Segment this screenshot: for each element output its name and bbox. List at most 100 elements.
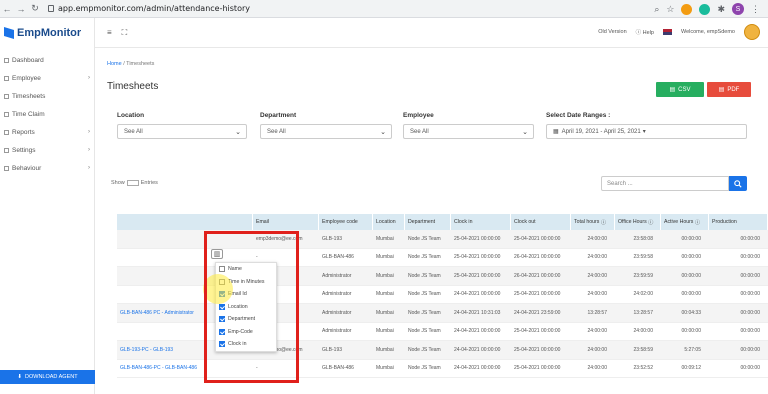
old-version-link[interactable]: Old Version: [598, 29, 626, 35]
extension-cookie-icon[interactable]: [681, 3, 693, 15]
forward-icon[interactable]: →: [14, 4, 28, 14]
sidebar-item-employee[interactable]: Employee ›: [0, 69, 95, 87]
cell-department: Node JS Team: [408, 235, 441, 242]
cell-employee-code: Administrator: [322, 328, 352, 335]
app-frame: ← → ↻ app.empmonitor.com/admin/attendanc…: [0, 0, 768, 394]
cell-clock-out: 25-04-2021 00:00:00: [514, 346, 561, 353]
profile-avatar[interactable]: S: [732, 3, 744, 15]
main-content: Home / Timesheets Timesheets ▤ CSV ▤ PDF…: [95, 48, 768, 394]
csv-export-button[interactable]: ▤ CSV: [656, 82, 704, 97]
cell-total-hours: 24:00:00: [587, 272, 607, 279]
reload-icon[interactable]: ↻: [28, 3, 42, 14]
address-bar[interactable]: app.empmonitor.com/admin/attendance-hist…: [48, 4, 250, 13]
cell-office-hours: 24:00:00: [633, 328, 653, 335]
cell-department: Node JS Team: [408, 346, 441, 353]
header-location[interactable]: Location: [373, 214, 405, 230]
lock-icon: [48, 5, 54, 12]
cell-production: 00:00:00: [740, 309, 760, 316]
cell-total-hours: 24:00:00: [587, 235, 607, 242]
pdf-export-button[interactable]: ▤ PDF: [707, 82, 751, 97]
breadcrumb-separator: /: [123, 61, 125, 67]
csv-icon: ▤: [669, 87, 676, 93]
search-input[interactable]: Search ...: [601, 176, 729, 191]
zoom-icon[interactable]: ⌕: [654, 4, 659, 15]
header-name[interactable]: [117, 214, 253, 230]
cell-clock-out: 24-04-2021 23:59:00: [514, 309, 561, 316]
sidebar-item-settings[interactable]: Settings ›: [0, 141, 95, 159]
header-clock-in[interactable]: Clock in: [451, 214, 511, 230]
chevron-right-icon: ›: [88, 165, 90, 171]
department-select[interactable]: See All ⌄: [260, 124, 392, 139]
star-icon[interactable]: ☆: [666, 4, 674, 15]
cell-employee-code: GLB-193: [322, 235, 343, 242]
department-select-value: See All: [267, 128, 286, 135]
search-button[interactable]: [729, 176, 747, 191]
top-navbar: ≡ ⛶ Old Version ⓘ Help Welcome, empSdemo: [95, 18, 768, 48]
cell-clock-out: 25-04-2021 00:00:00: [514, 291, 561, 298]
settings-icon: [4, 147, 9, 153]
employee-filter: Employee See All ⌄: [403, 112, 534, 139]
logo-mark-icon: [4, 27, 14, 39]
location-select[interactable]: See All ⌄: [117, 124, 247, 139]
employee-select[interactable]: See All ⌄: [403, 124, 534, 139]
header-employee-code[interactable]: Employee code: [319, 214, 373, 230]
cell-clock-in: 24-04-2021 00:00:00: [454, 328, 501, 335]
cell-clock-in: 25-04-2021 00:00:00: [454, 272, 501, 279]
extension-icon[interactable]: [699, 3, 711, 15]
kebab-menu-icon[interactable]: ⋮: [751, 4, 760, 15]
show-entries-prefix: Show: [111, 180, 125, 186]
header-total-hours-label: Total hours: [574, 219, 600, 225]
breadcrumb: Home / Timesheets: [107, 61, 154, 67]
sidebar-item-timesheets[interactable]: Timesheets: [0, 87, 95, 105]
cell-department: Node JS Team: [408, 291, 441, 298]
date-range-value: April 19, 2021 - April 25, 2021: [561, 128, 641, 135]
cell-production: 00:00:00: [740, 328, 760, 335]
header-active-hours[interactable]: Active Hours ⓘ: [661, 214, 709, 230]
sidebar-item-reports[interactable]: Reports ›: [0, 123, 95, 141]
sidebar-item-label: Reports: [12, 128, 35, 136]
sidebar-item-time-claim[interactable]: Time Claim: [0, 105, 95, 123]
language-flag-icon[interactable]: [662, 29, 672, 35]
chevron-right-icon: ›: [88, 129, 90, 135]
search-bar: Search ...: [601, 176, 747, 191]
chevron-down-icon: ⌄: [380, 128, 386, 136]
header-email[interactable]: Email: [253, 214, 319, 230]
department-filter-label: Department: [260, 112, 297, 119]
header-clock-out[interactable]: Clock out: [511, 214, 571, 230]
header-production[interactable]: Production: [709, 214, 768, 230]
cell-employee-code: Administrator: [322, 272, 352, 279]
sidebar-item-behaviour[interactable]: Behaviour ›: [0, 159, 95, 177]
back-icon[interactable]: ←: [0, 4, 14, 14]
header-total-hours[interactable]: Total hours ⓘ: [571, 214, 615, 230]
location-filter: Location See All ⌄: [117, 112, 247, 139]
sidebar-item-dashboard[interactable]: Dashboard: [0, 51, 95, 69]
user-avatar[interactable]: [744, 24, 760, 40]
cell-active-hours: 00:09:12: [681, 365, 701, 372]
pdf-icon: ▤: [718, 87, 725, 93]
dashboard-icon: [4, 57, 9, 63]
reports-icon: [4, 129, 9, 135]
logo[interactable]: EmpMonitor: [4, 27, 81, 39]
cell-total-hours: 24:00:00: [587, 291, 607, 298]
fullscreen-icon[interactable]: ⛶: [122, 28, 128, 38]
header-department[interactable]: Department: [405, 214, 451, 230]
address-bar-text[interactable]: app.empmonitor.com/admin/attendance-hist…: [58, 4, 250, 13]
cell-active-hours: 00:04:33: [681, 309, 701, 316]
browser-actions: ⌕ ☆ ✱ S ⋮: [654, 3, 760, 15]
entries-select[interactable]: [126, 180, 139, 186]
date-range-picker[interactable]: ▦ April 19, 2021 - April 25, 2021 ▾: [546, 124, 747, 139]
header-office-hours[interactable]: Office Hours ⓘ: [615, 214, 661, 230]
download-agent-button[interactable]: ⬇ DOWNLOAD AGENT: [0, 370, 95, 384]
welcome-text: Welcome, empSdemo: [680, 29, 735, 35]
cell-total-hours: 24:00:00: [587, 254, 607, 261]
breadcrumb-home-link[interactable]: Home: [107, 61, 122, 67]
hamburger-icon[interactable]: ≡: [107, 28, 112, 38]
help-link[interactable]: ⓘ Help: [636, 28, 654, 36]
puzzle-icon[interactable]: ✱: [717, 4, 725, 15]
cell-employee-code: GLB-BAN-486: [322, 365, 354, 372]
help-label: Help: [642, 30, 654, 36]
cell-clock-out: 26-04-2021 00:00:00: [514, 254, 561, 261]
cell-total-hours: 24:00:00: [587, 328, 607, 335]
cell-clock-in: 24-04-2021 00:00:00: [454, 291, 501, 298]
download-agent-label: DOWNLOAD AGENT: [25, 374, 78, 380]
